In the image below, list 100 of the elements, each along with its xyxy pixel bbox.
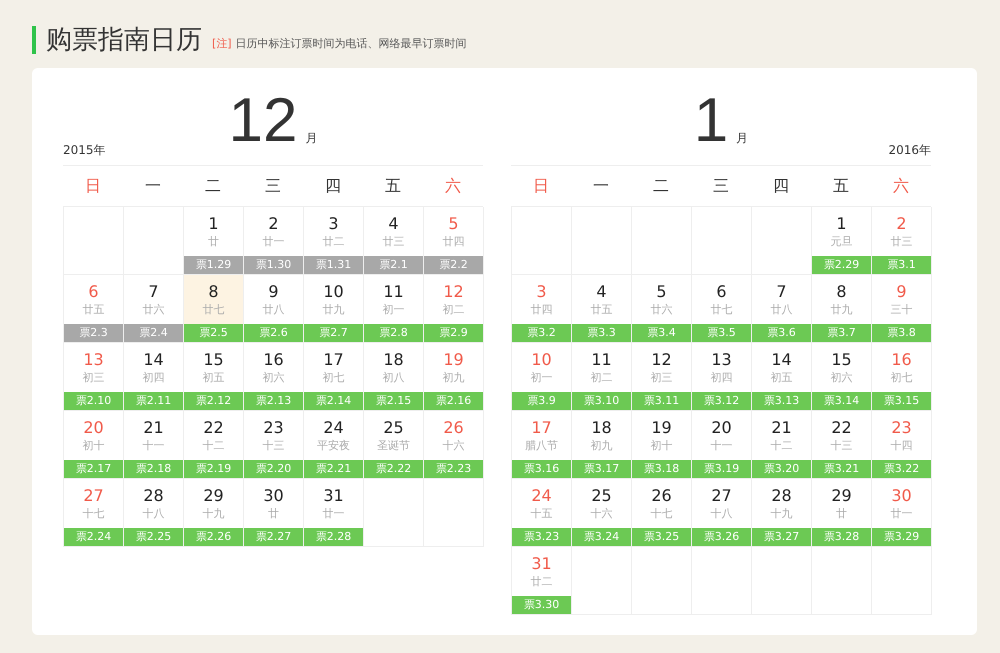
- day-cell[interactable]: 30 廿 票2.27: [244, 479, 304, 547]
- lunar-date: 十一: [710, 438, 732, 454]
- day-cell[interactable]: 25 圣诞节 票2.22: [364, 411, 424, 479]
- ticket-date: 票2.15: [364, 392, 423, 410]
- ticket-date: 票3.28: [812, 528, 871, 546]
- day-cell[interactable]: 15 初六 票3.14: [812, 343, 872, 411]
- weekday-label: 五: [384, 176, 402, 196]
- day-cell[interactable]: 6 廿七 票3.5: [692, 275, 752, 343]
- day-number: 11: [591, 350, 612, 370]
- year-label: 2016年: [888, 142, 931, 159]
- ticket-date: 票3.23: [512, 528, 571, 546]
- day-cell[interactable]: 20 十一 票3.19: [692, 411, 752, 479]
- day-cell[interactable]: 27 十八 票3.26: [692, 479, 752, 547]
- ticket-date: 票3.2: [512, 324, 571, 342]
- day-cell[interactable]: 23 十三 票2.20: [244, 411, 304, 479]
- lunar-date: 初四: [142, 370, 164, 386]
- weekday-label: 六: [444, 176, 462, 196]
- day-cell[interactable]: 4 廿五 票3.3: [572, 275, 632, 343]
- day-cell[interactable]: 3 廿二 票1.31: [304, 207, 364, 275]
- day-cell[interactable]: 11 初二 票3.10: [572, 343, 632, 411]
- ticket-date: 票2.8: [364, 324, 423, 342]
- weekday-label: 四: [772, 176, 790, 196]
- day-cell[interactable]: 19 初十 票3.18: [632, 411, 692, 479]
- day-cell[interactable]: 12 初三 票3.11: [632, 343, 692, 411]
- month-unit: 月: [736, 130, 748, 147]
- day-cell[interactable]: 2 廿一 票1.30: [244, 207, 304, 275]
- day-cell[interactable]: 7 廿六 票2.4: [124, 275, 184, 343]
- day-number: 23: [263, 418, 284, 438]
- lunar-date: 廿: [208, 234, 219, 250]
- lunar-date: 十八: [142, 506, 164, 522]
- ticket-date: 票3.7: [812, 324, 871, 342]
- day-cell[interactable]: 28 十九 票3.27: [752, 479, 812, 547]
- lunar-date: 初五: [202, 370, 224, 386]
- day-cell[interactable]: 8 廿七 票2.5: [184, 275, 244, 343]
- lunar-date: 廿八: [262, 302, 284, 318]
- day-number: 24: [531, 486, 552, 506]
- day-cell[interactable]: 8 廿九 票3.7: [812, 275, 872, 343]
- ticket-date: 票2.4: [124, 324, 183, 342]
- day-cell[interactable]: 16 初六 票2.13: [244, 343, 304, 411]
- day-cell[interactable]: 22 十二 票2.19: [184, 411, 244, 479]
- day-cell[interactable]: 28 十八 票2.25: [124, 479, 184, 547]
- day-cell[interactable]: 11 初一 票2.8: [364, 275, 424, 343]
- ticket-date: 票2.9: [424, 324, 483, 342]
- day-cell[interactable]: 17 初七 票2.14: [304, 343, 364, 411]
- ticket-date: 票2.22: [364, 460, 423, 478]
- day-cell[interactable]: 14 初四 票2.11: [124, 343, 184, 411]
- day-number: 16: [891, 350, 912, 370]
- lunar-date: 初二: [590, 370, 612, 386]
- ticket-date: 票2.3: [64, 324, 123, 342]
- lunar-date: 十一: [142, 438, 164, 454]
- lunar-date: 廿九: [830, 302, 852, 318]
- lunar-date: 初四: [710, 370, 732, 386]
- day-cell[interactable]: 18 初八 票2.15: [364, 343, 424, 411]
- day-number: 29: [203, 486, 224, 506]
- day-cell[interactable]: 13 初四 票3.12: [692, 343, 752, 411]
- day-cell[interactable]: 24 平安夜 票2.21: [304, 411, 364, 479]
- lunar-date: 初七: [322, 370, 344, 386]
- lunar-date: 十四: [890, 438, 912, 454]
- day-cell[interactable]: 9 廿八 票2.6: [244, 275, 304, 343]
- weekday-label: 三: [264, 176, 282, 196]
- day-cell[interactable]: 22 十三 票3.21: [812, 411, 872, 479]
- day-cell[interactable]: 25 十六 票3.24: [572, 479, 632, 547]
- day-cell[interactable]: 10 廿九 票2.7: [304, 275, 364, 343]
- day-number: 8: [836, 282, 847, 302]
- day-cell[interactable]: 5 廿六 票3.4: [632, 275, 692, 343]
- ticket-date: 票2.1: [364, 256, 423, 274]
- day-cell[interactable]: 7 廿八 票3.6: [752, 275, 812, 343]
- day-number: 31: [531, 554, 552, 574]
- day-cell[interactable]: 31 廿一 票2.28: [304, 479, 364, 547]
- lunar-date: 十二: [202, 438, 224, 454]
- day-cell[interactable]: 26 十七 票3.25: [632, 479, 692, 547]
- ticket-date: 票2.26: [184, 528, 243, 546]
- day-cell[interactable]: 21 十二 票3.20: [752, 411, 812, 479]
- lunar-date: 初九: [442, 370, 464, 386]
- lunar-date: 圣诞节: [377, 438, 410, 454]
- weekday-label: 六: [892, 176, 910, 196]
- ticket-date: 票3.21: [812, 460, 871, 478]
- day-cell[interactable]: 1 廿 票1.29: [184, 207, 244, 275]
- lunar-date: 廿三: [382, 234, 404, 250]
- day-cell[interactable]: 21 十一 票2.18: [124, 411, 184, 479]
- day-number: 11: [383, 282, 404, 302]
- day-number: 21: [143, 418, 164, 438]
- lunar-date: 十二: [770, 438, 792, 454]
- day-number: 16: [263, 350, 284, 370]
- day-number: 10: [531, 350, 552, 370]
- day-cell[interactable]: 1 元旦 票2.29: [812, 207, 872, 275]
- day-cell[interactable]: 18 初九 票3.17: [572, 411, 632, 479]
- day-cell[interactable]: 15 初五 票2.12: [184, 343, 244, 411]
- day-cell[interactable]: 29 廿 票3.28: [812, 479, 872, 547]
- ticket-date: 票2.29: [812, 256, 871, 274]
- day-number: 20: [711, 418, 732, 438]
- ticket-date: 票2.17: [64, 460, 123, 478]
- ticket-date: 票1.31: [304, 256, 363, 274]
- day-number: 9: [896, 282, 907, 302]
- ticket-date: 票3.30: [512, 596, 571, 614]
- day-cell[interactable]: 29 十九 票2.26: [184, 479, 244, 547]
- ticket-date: 票3.20: [752, 460, 811, 478]
- day-cell[interactable]: 14 初五 票3.13: [752, 343, 812, 411]
- day-cell[interactable]: 4 廿三 票2.1: [364, 207, 424, 275]
- ticket-date: 票2.13: [244, 392, 303, 410]
